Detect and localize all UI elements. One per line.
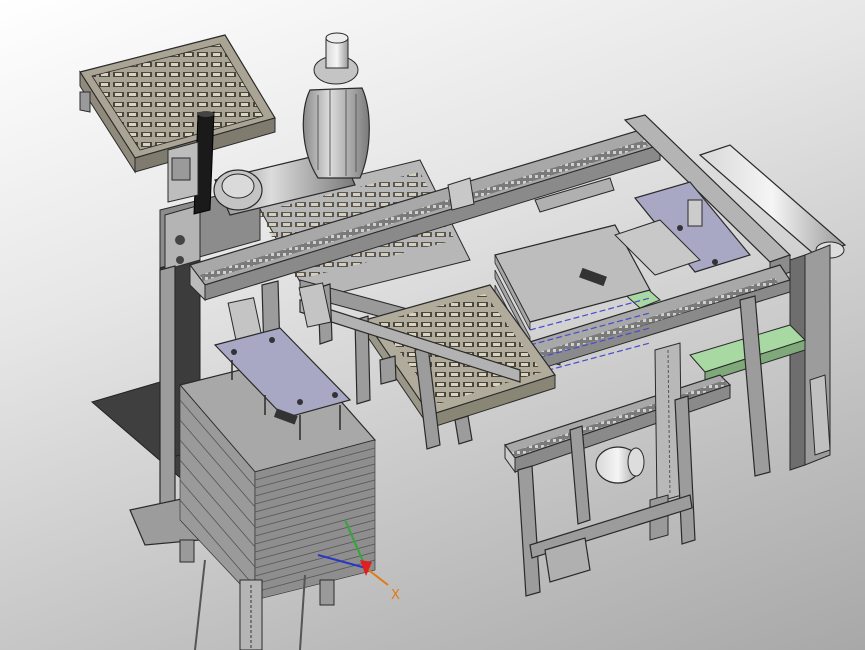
triad-x-label: X <box>391 588 400 603</box>
right-mount-plate[interactable] <box>614 181 752 276</box>
triad-x-axis <box>365 567 389 586</box>
cad-model-scene[interactable]: X <box>0 0 865 650</box>
cad-viewport[interactable]: X <box>0 0 865 650</box>
